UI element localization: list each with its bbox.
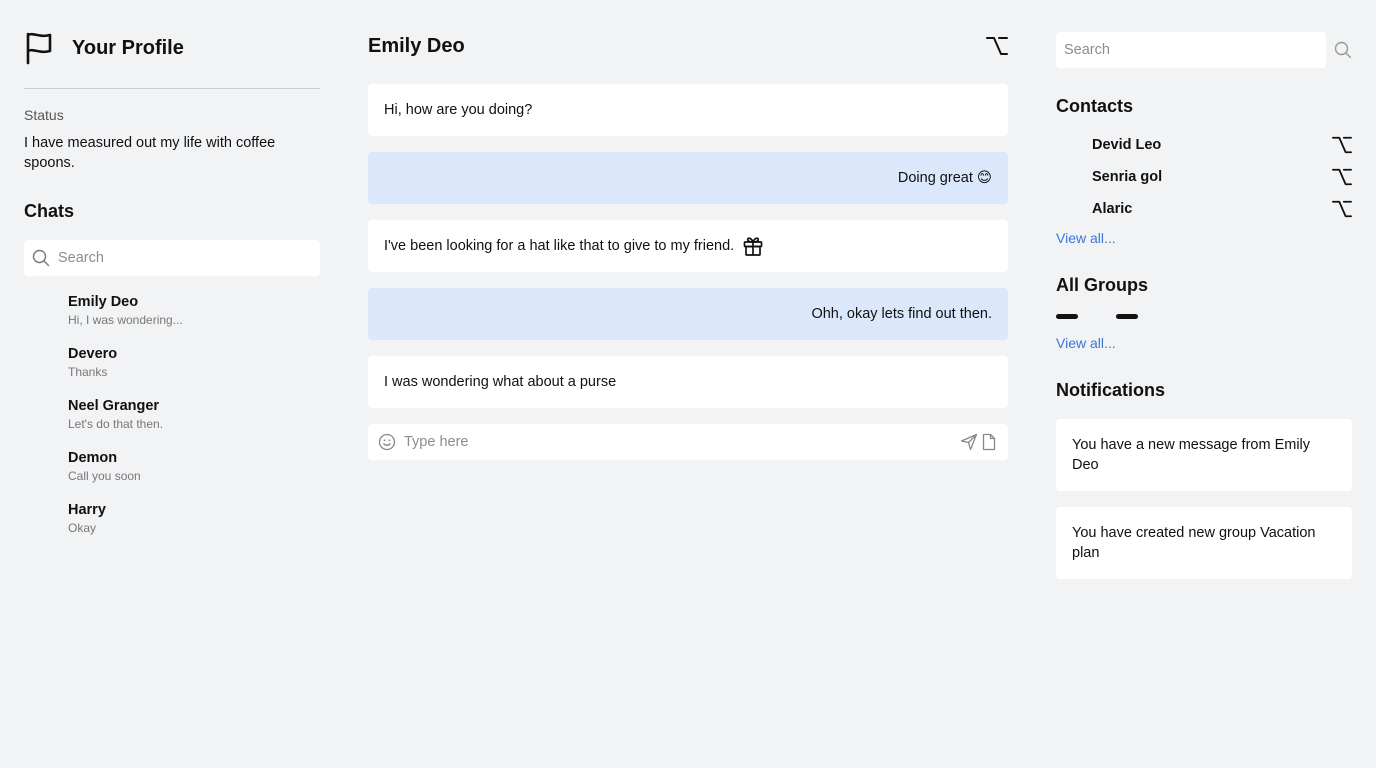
chat-preview: Let's do that then. (68, 417, 164, 431)
chat-name: Neel Granger (68, 398, 160, 414)
divider (24, 88, 320, 89)
option-key-icon[interactable] (1332, 135, 1352, 155)
emoji-icon[interactable] (378, 433, 396, 451)
message-outgoing: Ohh, okay lets find out then. (368, 288, 1008, 340)
groups-title: All Groups (1056, 275, 1149, 295)
search-icon (32, 249, 50, 267)
chat-name: Harry (68, 502, 106, 518)
contact-item[interactable]: Alaric (1056, 193, 1352, 225)
message-text: Hi, how are you doing? (384, 102, 533, 118)
contact-item[interactable]: Senria gol (1056, 161, 1352, 193)
profile-panel: Your Profile Status I have measured out … (24, 28, 320, 552)
contact-name: Alaric (1092, 201, 1133, 217)
conversation-panel: Emily Deo Hi, how are you doing? Doing g… (368, 30, 1008, 460)
sidebar-search (1056, 32, 1352, 68)
message-text: Ohh, okay lets find out then. (811, 306, 992, 322)
message-text: I was wondering what about a purse (384, 374, 617, 390)
status-text: I have measured out my life with coffee … (24, 135, 276, 171)
notifications-title: Notifications (1056, 380, 1166, 400)
notification-card[interactable]: You have created new group Vacation plan (1056, 507, 1352, 579)
contact-list: Devid Leo Senria gol Alaric (1056, 129, 1352, 225)
message-incoming: Hi, how are you doing? (368, 84, 1008, 136)
notification-card[interactable]: You have a new message from Emily Deo (1056, 419, 1352, 491)
chat-item-demon[interactable]: Demon Call you soon (24, 448, 320, 500)
group-item[interactable] (1056, 314, 1078, 319)
chat-preview: Okay (68, 521, 97, 535)
chat-name: Demon (68, 450, 118, 466)
send-icon[interactable] (960, 433, 978, 451)
chat-list: Emily Deo Hi, I was wondering... Devero … (24, 292, 320, 552)
chat-search[interactable] (24, 240, 320, 276)
message-text: I've been looking for a hat like that to… (384, 238, 735, 254)
message-incoming: I've been looking for a hat like that to… (368, 220, 1008, 272)
message-list: Hi, how are you doing? Doing great 😊 I'v… (368, 84, 1008, 408)
file-icon[interactable] (980, 433, 998, 451)
chat-item-devero[interactable]: Devero Thanks (24, 344, 320, 396)
message-incoming: I was wondering what about a purse (368, 356, 1008, 408)
contact-item[interactable]: Devid Leo (1056, 129, 1352, 161)
profile-title: Your Profile (72, 36, 184, 59)
notification-text: You have created new group Vacation plan (1072, 525, 1316, 561)
status-label: Status (24, 107, 64, 123)
right-sidebar: Contacts Devid Leo Senria gol Alaric Vie… (1056, 32, 1352, 579)
group-list (1056, 314, 1352, 320)
search-icon[interactable] (1334, 41, 1352, 59)
sidebar-search-input[interactable] (1056, 32, 1326, 68)
profile-header: Your Profile (24, 28, 320, 68)
chat-name: Devero (68, 346, 118, 362)
option-key-icon[interactable] (1332, 167, 1352, 187)
message-input[interactable] (404, 434, 958, 450)
conversation-title: Emily Deo (368, 34, 465, 57)
chats-title: Chats (24, 201, 75, 221)
chat-name: Emily Deo (68, 294, 139, 310)
message-composer (368, 424, 1008, 460)
chat-search-input[interactable] (58, 250, 298, 266)
chat-preview: Call you soon (68, 469, 141, 483)
group-item[interactable] (1116, 314, 1138, 319)
chat-item-emily-deo[interactable]: Emily Deo Hi, I was wondering... (24, 292, 320, 344)
notification-text: You have a new message from Emily Deo (1072, 437, 1311, 473)
chat-preview: Thanks (68, 365, 108, 379)
message-outgoing: Doing great 😊 (368, 152, 1008, 204)
message-text: Doing great 😊 (897, 170, 992, 186)
contact-name: Devid Leo (1092, 137, 1162, 153)
chat-item-neel-granger[interactable]: Neel Granger Let's do that then. (24, 396, 320, 448)
contact-name: Senria gol (1092, 169, 1163, 185)
flag-icon (26, 32, 52, 65)
contacts-view-all-link[interactable]: View all... (1056, 229, 1352, 247)
option-key-icon[interactable] (1332, 199, 1352, 219)
contacts-title: Contacts (1056, 96, 1134, 116)
chat-preview: Hi, I was wondering... (68, 313, 183, 327)
gift-icon (743, 237, 763, 256)
chat-item-harry[interactable]: Harry Okay (24, 500, 320, 552)
option-key-icon[interactable] (986, 35, 1008, 57)
conversation-header: Emily Deo (368, 30, 1008, 62)
groups-view-all-link[interactable]: View all... (1056, 334, 1352, 352)
